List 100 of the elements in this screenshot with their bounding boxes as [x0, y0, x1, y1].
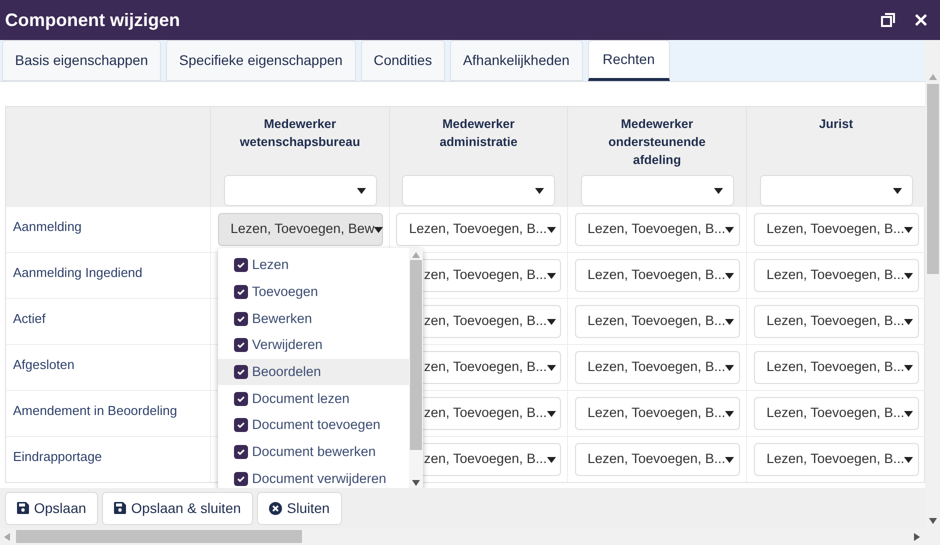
- caret-icon: [374, 226, 384, 232]
- permission-select[interactable]: Lezen, Toevoegen, B...: [754, 351, 918, 384]
- check-icon: [237, 421, 245, 430]
- tab[interactable]: Specifieke eigenschappen: [166, 40, 356, 81]
- option-label: Verwijderen: [252, 336, 323, 354]
- option-label: Toevoegen: [252, 282, 318, 301]
- row-label: Aanmelding Ingediend: [13, 265, 142, 280]
- select-value: Lezen, Toevoegen, B...: [766, 220, 904, 238]
- tab[interactable]: Condities: [360, 40, 445, 81]
- option-label: Document bewerken: [252, 443, 376, 462]
- select-value: zen, Toevoegen, B...: [424, 266, 547, 284]
- row-label: Eindrapportage: [13, 449, 102, 464]
- tab[interactable]: Afhankelijkheden: [450, 40, 583, 81]
- caret-icon: [546, 456, 556, 462]
- check-icon: [237, 474, 245, 483]
- select-value: Lezen, Toevoegen, Bew: [230, 220, 374, 238]
- scrollbar[interactable]: [409, 248, 423, 488]
- checkbox[interactable]: [234, 338, 248, 352]
- close-circle-icon: [268, 502, 282, 514]
- caret-icon: [725, 364, 734, 370]
- checkbox[interactable]: [234, 258, 248, 272]
- permission-select[interactable]: Lezen, Toevoegen, B...: [754, 305, 918, 338]
- check-icon: [237, 394, 245, 403]
- permission-select[interactable]: Lezen, Toevoegen, B...: [396, 213, 561, 246]
- permission-select[interactable]: Lezen, Toevoegen, B...: [754, 259, 918, 292]
- select-value: Lezen, Toevoegen, B...: [588, 312, 726, 330]
- select-value: Lezen, Toevoegen, B...: [766, 358, 904, 376]
- permission-select[interactable]: Lezen, Toevoegen, B...: [574, 213, 740, 246]
- permission-select[interactable]: Lezen, Toevoegen, B...: [574, 305, 740, 338]
- action-button[interactable]: Sluiten: [256, 492, 342, 524]
- caret-icon: [904, 318, 914, 324]
- dropdown-option[interactable]: Beoordelen: [218, 358, 409, 386]
- scrollbar-thumb[interactable]: [16, 530, 302, 543]
- caret-icon: [535, 188, 544, 194]
- caret-icon: [714, 188, 722, 194]
- row-label: Aanmelding: [13, 219, 82, 234]
- window-title: Component wijzigen: [5, 8, 181, 32]
- column-header: Jurist: [818, 116, 854, 133]
- caret-icon: [356, 188, 366, 194]
- option-label: Bewerken: [252, 310, 312, 328]
- select-value: Lezen, Toevoegen, B...: [766, 404, 904, 422]
- select-value: Lezen, Toevoegen, B...: [766, 312, 904, 330]
- checkbox[interactable]: [234, 418, 248, 432]
- checkbox[interactable]: [234, 365, 248, 380]
- select-value: Lezen, Toevoegen, B...: [588, 358, 726, 376]
- caret-icon: [904, 456, 914, 462]
- option-label: Document verwijderen: [252, 470, 386, 488]
- caret-icon: [725, 456, 734, 462]
- tab[interactable]: Rechten: [588, 40, 670, 81]
- select-value: Lezen, Toevoegen, B...: [766, 266, 904, 284]
- check-icon: [237, 314, 245, 323]
- scrollbar-thumb[interactable]: [410, 260, 422, 450]
- caret-icon: [546, 272, 556, 278]
- option-label: Lezen: [252, 256, 289, 274]
- caret-icon: [904, 226, 914, 232]
- check-icon: [237, 261, 245, 270]
- scroll-right-icon[interactable]: [914, 532, 920, 540]
- caret-icon: [546, 364, 556, 370]
- permission-select[interactable]: Lezen, Toevoegen, B...: [754, 213, 918, 246]
- check-icon: [237, 341, 245, 350]
- checkbox[interactable]: [234, 285, 248, 300]
- caret-icon: [725, 410, 734, 416]
- scroll-down-icon[interactable]: [412, 480, 420, 486]
- action-button[interactable]: Opslaan & sluiten: [102, 492, 253, 524]
- caret-icon: [892, 188, 902, 194]
- select-value: zen, Toevoegen, B...: [424, 312, 547, 330]
- caret-icon: [546, 226, 556, 232]
- caret-icon: [904, 364, 914, 370]
- close-icon[interactable]: [915, 14, 927, 26]
- select-value: Lezen, Toevoegen, B...: [588, 450, 726, 468]
- select-value: Lezen, Toevoegen, B...: [588, 220, 726, 238]
- permission-select[interactable]: Lezen, Toevoegen, B...: [574, 259, 740, 292]
- select-value: Lezen, Toevoegen, B...: [588, 404, 726, 422]
- caret-icon: [546, 318, 556, 324]
- restore-icon[interactable]: [881, 13, 895, 27]
- tab[interactable]: Basis eigenschappen: [2, 40, 162, 81]
- row-label: Actief: [13, 311, 46, 326]
- column-header: Medewerker ondersteunende afdeling: [607, 116, 707, 169]
- scroll-down-icon[interactable]: [928, 518, 936, 524]
- permission-select[interactable]: Lezen, Toevoegen, Bew: [218, 213, 382, 246]
- action-button[interactable]: Opslaan: [5, 492, 98, 524]
- select-value: zen, Toevoegen, B...: [424, 358, 547, 376]
- caret-icon: [725, 226, 734, 232]
- select-value: zen, Toevoegen, B...: [424, 450, 547, 468]
- caret-icon: [725, 272, 734, 278]
- scrollbar-thumb[interactable]: [926, 84, 938, 274]
- permission-select[interactable]: Lezen, Toevoegen, B...: [574, 351, 740, 384]
- option-label: Document toevoegen: [252, 416, 380, 434]
- checkbox[interactable]: [234, 392, 248, 406]
- permission-select[interactable]: Lezen, Toevoegen, B...: [754, 397, 918, 430]
- option-label: Document lezen: [252, 390, 350, 408]
- select-value: Lezen, Toevoegen, B...: [588, 266, 726, 284]
- column-header: Medewerker wetenschapsbureau: [238, 116, 362, 151]
- permission-select[interactable]: Lezen, Toevoegen, B...: [574, 397, 740, 430]
- checkbox[interactable]: [234, 445, 248, 460]
- permission-select[interactable]: Lezen, Toevoegen, B...: [574, 443, 740, 476]
- permission-select[interactable]: Lezen, Toevoegen, B...: [754, 443, 918, 476]
- checkbox[interactable]: [234, 312, 248, 326]
- checkbox[interactable]: [234, 472, 248, 486]
- row-label: Amendement in Beoordeling: [13, 403, 178, 418]
